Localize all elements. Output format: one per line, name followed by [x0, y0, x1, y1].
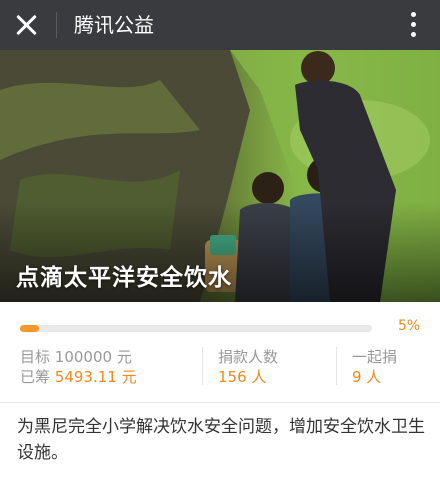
progress-fill [20, 325, 39, 332]
target-label: 目标 [20, 348, 51, 366]
together-value: 9 人 [352, 368, 382, 386]
raised-value: 5493.11 元 [54, 368, 137, 386]
together-value-wrap: 9 人 [352, 367, 381, 387]
app-title: 腾讯公益 [74, 13, 154, 37]
progress-bar [20, 325, 372, 332]
stat-divider [336, 347, 337, 385]
target-stat: 目标 100000 元 [20, 347, 132, 367]
top-bar: 腾讯公益 [0, 0, 440, 50]
section-divider [0, 402, 440, 403]
donors-label: 捐款人数 [218, 348, 279, 366]
progress-percent: 5% [398, 318, 421, 334]
stat-divider [202, 347, 203, 385]
together-label: 一起捐 [352, 348, 398, 366]
target-value: 100000 元 [54, 348, 132, 366]
donors-value: 156 人 [218, 368, 267, 386]
hero-title: 点滴太平洋安全饮水 [16, 265, 232, 291]
header-divider [56, 12, 57, 38]
donors-value-wrap: 156 人 [218, 367, 266, 387]
more-menu-icon[interactable] [410, 12, 418, 40]
close-icon[interactable] [14, 13, 40, 37]
project-description: 为黑尼完全小学解决饮水安全问题，增加安全饮水卫生设施。 [17, 417, 425, 463]
raised-stat: 已筹 5493.11 元 [20, 367, 137, 387]
raised-label: 已筹 [20, 368, 51, 386]
